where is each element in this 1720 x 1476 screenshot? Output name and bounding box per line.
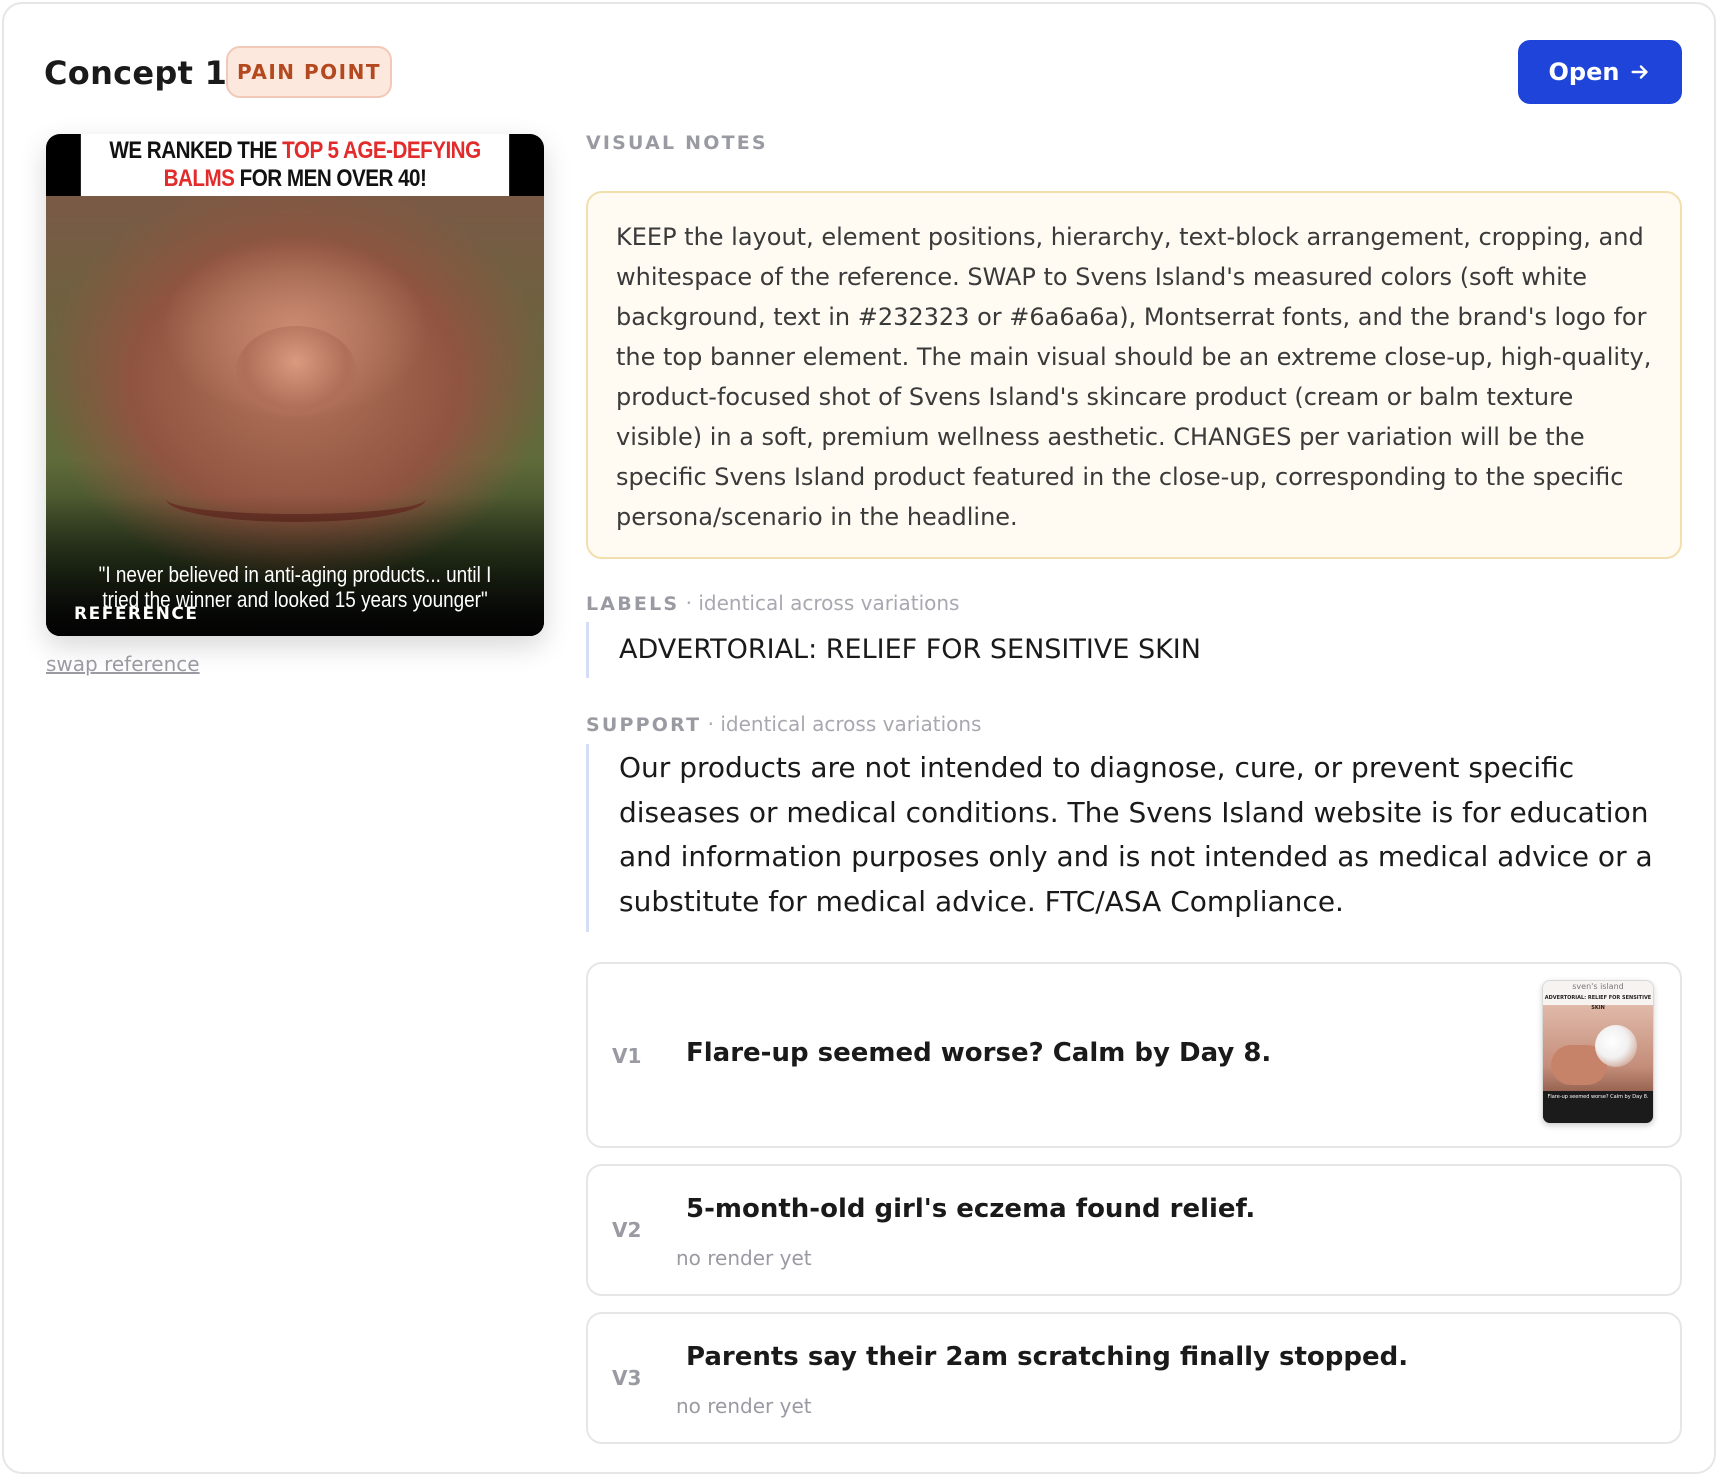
headline-part: WE RANKED THE: [109, 137, 283, 164]
reference-label: REFERENCE: [74, 604, 199, 624]
variation-title: 5-month-old girl's eczema found relief.: [686, 1194, 1256, 1224]
support-text[interactable]: Our products are not intended to diagnos…: [586, 744, 1682, 932]
reference-image[interactable]: WE RANKED THE TOP 5 AGE-DEFYING BALMS FO…: [46, 134, 544, 636]
reference-headline: WE RANKED THE TOP 5 AGE-DEFYING BALMS FO…: [80, 134, 510, 196]
headline-part: BALMS: [163, 165, 235, 192]
face-nose-shape: [236, 326, 356, 416]
variation-id: V1: [612, 1044, 642, 1068]
variation-title: Parents say their 2am scratching finally…: [686, 1342, 1409, 1372]
variation-card[interactable]: V2 5-month-old girl's eczema found relie…: [586, 1164, 1682, 1296]
support-heading-text: SUPPORT: [586, 714, 702, 736]
thumb-banner: sven's island ADVERTORIAL: RELIEF FOR SE…: [1543, 981, 1653, 1011]
variation-id: V2: [612, 1218, 642, 1242]
support-heading: SUPPORT · identical across variations: [586, 712, 981, 736]
render-status: no render yet: [676, 1394, 812, 1418]
render-status: no render yet: [676, 1246, 812, 1270]
thumb-banner-text: ADVERTORIAL: RELIEF FOR SENSITIVE SKIN: [1544, 995, 1652, 1011]
concept-title: Concept 1: [44, 54, 228, 92]
visual-notes-box[interactable]: KEEP the layout, element positions, hier…: [586, 191, 1682, 559]
variation-card[interactable]: V3 Parents say their 2am scratching fina…: [586, 1312, 1682, 1444]
thumb-caption: Flare-up seemed worse? Calm by Day 8.: [1543, 1091, 1653, 1123]
labels-heading-sub: · identical across variations: [679, 591, 960, 615]
variation-card[interactable]: V1 Flare-up seemed worse? Calm by Day 8.…: [586, 962, 1682, 1148]
open-button-label: Open: [1548, 58, 1620, 86]
labels-text[interactable]: ADVERTORIAL: RELIEF FOR SENSITIVE SKIN: [586, 622, 1201, 678]
variation-thumbnail[interactable]: sven's island ADVERTORIAL: RELIEF FOR SE…: [1542, 980, 1654, 1124]
labels-heading: LABELS · identical across variations: [586, 591, 959, 615]
open-button[interactable]: Open: [1518, 40, 1682, 104]
variation-title: Flare-up seemed worse? Calm by Day 8.: [686, 1038, 1272, 1068]
labels-heading-text: LABELS: [586, 593, 680, 615]
arrow-right-icon: [1631, 65, 1649, 79]
support-heading-sub: · identical across variations: [701, 712, 982, 736]
headline-part: TOP 5 AGE-DEFYING: [282, 137, 481, 164]
visual-notes-heading: VISUAL NOTES: [586, 132, 768, 154]
pain-point-badge: PAIN POINT: [226, 46, 392, 98]
concept-card: Concept 1 PAIN POINT Open WE RANKED THE …: [2, 2, 1716, 1474]
swap-reference-link[interactable]: swap reference: [46, 652, 200, 676]
headline-part: FOR MEN OVER 40!: [234, 165, 427, 192]
variation-id: V3: [612, 1366, 642, 1390]
thumb-brand: sven's island: [1572, 982, 1624, 991]
thumb-cream-shape: [1595, 1025, 1637, 1067]
